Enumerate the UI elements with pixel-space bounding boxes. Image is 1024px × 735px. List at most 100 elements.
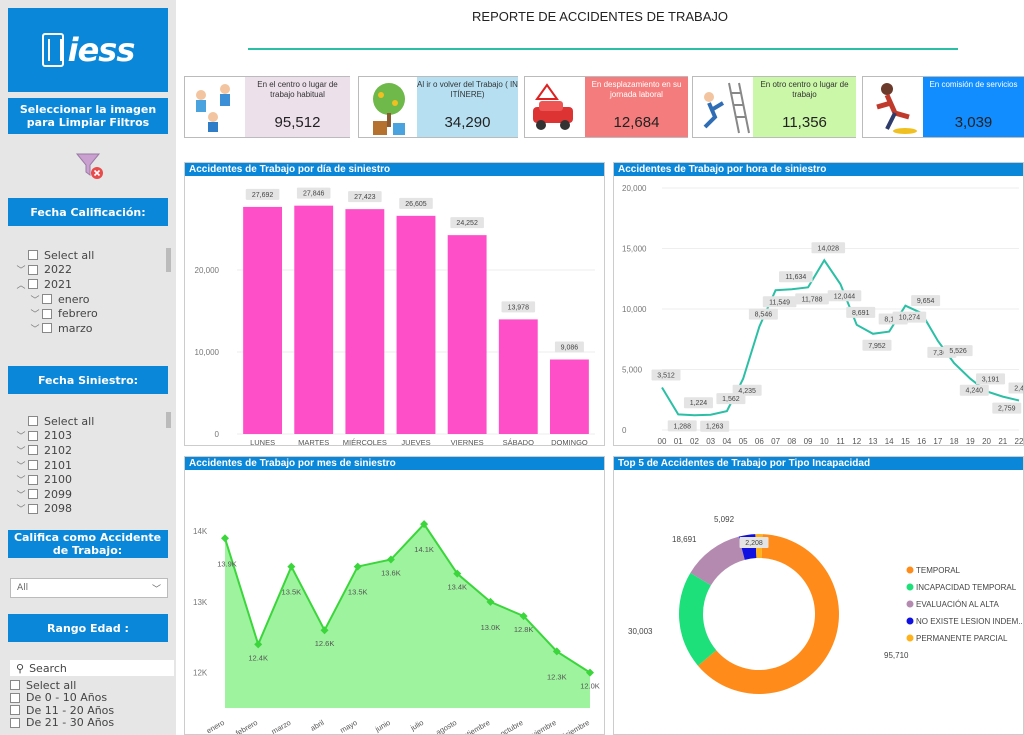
bar [243, 206, 283, 434]
data-label: 10,274 [899, 315, 921, 322]
search-input[interactable]: ⚲ Search [10, 660, 174, 676]
slicer-item[interactable]: ﹀ 2102 [14, 443, 164, 458]
bar [498, 319, 538, 434]
bar-chart: 0 10,000 20,000 27,692 LUNES 27,846 MARTES 27,4… [195, 187, 595, 447]
chevron-down-icon[interactable]: ﹀ [14, 459, 28, 472]
checkbox[interactable] [28, 460, 38, 471]
califica-dropdown[interactable]: All ﹀ [10, 578, 168, 598]
data-label: 11,634 [785, 274, 806, 281]
checkbox[interactable] [28, 474, 38, 485]
title-divider [248, 48, 958, 50]
chevron-down-icon[interactable]: ﹀ [28, 307, 42, 320]
legend-label: TEMPORAL [916, 566, 961, 575]
slicer-item[interactable]: ﹀ 2022 [14, 263, 164, 278]
kpi-card-in-itinere[interactable]: Al ir o volver del Trabajo ( IN ITÍNERE)… [358, 76, 518, 138]
data-label: 9,654 [917, 298, 935, 305]
x-tick-label: 08 [787, 437, 796, 445]
slicer-item[interactable]: ﹀ 2100 [14, 472, 164, 487]
checkbox[interactable] [28, 250, 38, 261]
area-chart: 12K 13K 14K 13.9K enero 12.4K febrero 13.5K marz… [193, 520, 600, 735]
checkbox[interactable] [10, 692, 20, 703]
data-label: 12.8K [514, 625, 534, 634]
slicer-item[interactable]: Select all [14, 248, 164, 263]
x-tick-label: diciembre [558, 718, 591, 734]
y-tick-label: 0 [622, 426, 627, 435]
clear-filter-icon[interactable] [75, 150, 105, 180]
y-tick-label: 10,000 [622, 305, 647, 314]
ladder-fall-illustration-icon [703, 82, 750, 134]
checkbox[interactable] [28, 503, 38, 514]
scrollbar[interactable] [166, 412, 171, 428]
data-label: 2,208 [745, 540, 763, 547]
checkbox[interactable] [42, 308, 52, 319]
chevron-down-icon[interactable]: ﹀ [14, 263, 28, 276]
slicer-item[interactable]: De 0 - 10 Años [10, 691, 160, 704]
chart-title: Accidentes de Trabajo por hora de sinies… [614, 163, 1023, 176]
chevron-down-icon: ﹀ [151, 584, 161, 595]
checkbox[interactable] [28, 445, 38, 456]
chevron-up-icon[interactable]: ︿ [14, 278, 28, 291]
filter-sidebar: iess Seleccionar la imagen para Limpiar … [0, 0, 176, 735]
slicer-item[interactable]: ︿ 2021 [14, 277, 164, 292]
x-tick-label: 07 [771, 437, 780, 445]
checkbox[interactable] [42, 323, 52, 334]
scrollbar[interactable] [166, 248, 171, 272]
checkbox[interactable] [10, 705, 20, 716]
x-tick-label: junio [373, 718, 392, 734]
data-label: 27,423 [354, 194, 376, 201]
slicer-item[interactable]: ﹀ 2103 [14, 429, 164, 444]
x-tick-label: JUEVES [401, 438, 430, 445]
logo-text: iess [67, 31, 136, 69]
data-label: 27,692 [252, 192, 274, 199]
x-tick-label: febrero [234, 718, 259, 734]
legend-label: PERMANENTE PARCIAL [916, 634, 1008, 643]
iess-logo: iess [8, 8, 168, 92]
y-tick-label: 5,000 [622, 366, 643, 375]
x-tick-label: 00 [658, 437, 667, 445]
checkbox[interactable] [10, 680, 20, 691]
checkbox[interactable] [28, 264, 38, 275]
chevron-down-icon[interactable]: ﹀ [14, 488, 28, 501]
data-label: 7,952 [868, 343, 886, 350]
kpi-card-centro-habitual[interactable]: En el centro o lugar de trabajo habitual… [184, 76, 350, 138]
data-label: 1,288 [673, 423, 691, 430]
chart-by-day: Accidentes de Trabajo por día de siniest… [184, 162, 605, 447]
chevron-down-icon[interactable]: ﹀ [14, 429, 28, 442]
slicer-item[interactable]: ﹀ marzo [14, 321, 164, 336]
data-label: 13.5K [348, 588, 368, 597]
checkbox[interactable] [28, 489, 38, 500]
y-tick-label: 14K [193, 527, 208, 536]
data-label: 30,003 [628, 627, 653, 636]
checkbox[interactable] [28, 430, 38, 441]
data-label: 13.9K [217, 559, 237, 568]
checkbox[interactable] [28, 279, 38, 290]
slicer-item[interactable]: Select all [10, 679, 160, 692]
kpi-card-desplazamiento[interactable]: En desplazamiento en su jornada laboral … [524, 76, 688, 138]
checkbox[interactable] [10, 717, 20, 728]
workers-illustration-icon [196, 84, 230, 132]
slicer-item[interactable]: De 21 - 30 Años [10, 716, 160, 729]
y-tick-label: 15,000 [622, 245, 647, 254]
kpi-card-otro-centro[interactable]: En otro centro o lugar de trabajo 11,356 [692, 76, 856, 138]
chevron-down-icon[interactable]: ﹀ [14, 444, 28, 457]
x-tick-label: octubre [498, 718, 524, 734]
slicer-item[interactable]: De 11 - 20 Años [10, 704, 160, 717]
slicer-item[interactable]: ﹀ enero [14, 292, 164, 307]
x-tick-label: julio [408, 718, 425, 733]
data-label: 1,224 [690, 400, 708, 407]
data-label: 5,526 [949, 348, 967, 355]
slicer-item[interactable]: ﹀ 2099 [14, 487, 164, 502]
checkbox[interactable] [28, 416, 38, 427]
kpi-value: 34,290 [444, 114, 491, 131]
chevron-down-icon[interactable]: ﹀ [28, 293, 42, 306]
chevron-down-icon[interactable]: ﹀ [28, 322, 42, 335]
chevron-down-icon[interactable]: ﹀ [14, 473, 28, 486]
checkbox[interactable] [42, 294, 52, 305]
slicer-item[interactable]: Select all [14, 414, 164, 429]
slicer-item[interactable]: ﹀ 2098 [14, 502, 164, 517]
slicer-item[interactable]: ﹀ febrero [14, 306, 164, 321]
slicer-item[interactable]: ﹀ 2101 [14, 458, 164, 473]
kpi-card-comision-servicios[interactable]: En comisión de servicios 3,039 [862, 76, 1024, 138]
data-label: 14.1K [414, 545, 434, 554]
chevron-down-icon[interactable]: ﹀ [14, 502, 28, 515]
